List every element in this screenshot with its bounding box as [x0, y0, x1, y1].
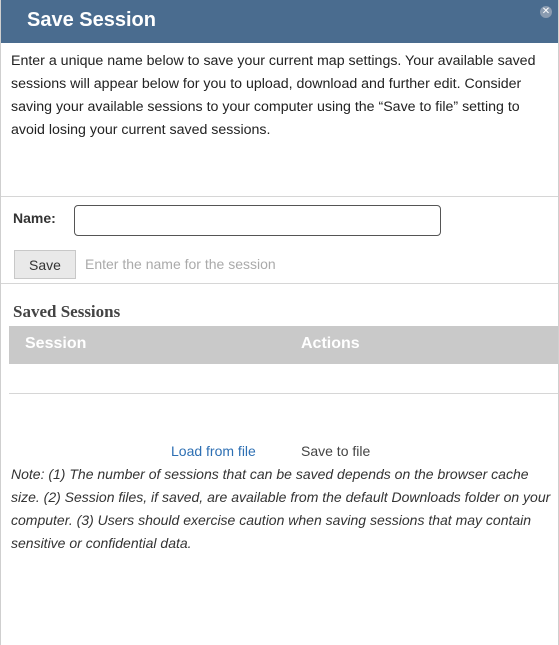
close-icon[interactable]: ✕ [540, 6, 552, 18]
save-to-file-link[interactable]: Save to file [301, 443, 370, 459]
save-hint: Enter the name for the session [85, 256, 276, 272]
load-from-file-link[interactable]: Load from file [171, 443, 256, 459]
save-session-dialog: Save Session ✕ Enter a unique name below… [0, 0, 559, 645]
dialog-titlebar: Save Session ✕ [1, 0, 558, 43]
save-button[interactable]: Save [14, 250, 76, 279]
session-name-input[interactable] [74, 205, 441, 236]
dialog-title: Save Session [27, 9, 156, 31]
name-label: Name: [13, 210, 56, 226]
note-text: Note: (1) The number of sessions that ca… [11, 466, 551, 551]
saved-sessions-heading: Saved Sessions [13, 302, 121, 321]
intro-text: Enter a unique name below to save your c… [11, 53, 536, 138]
divider [1, 283, 558, 284]
column-header-actions: Actions [301, 335, 360, 352]
divider [1, 196, 558, 197]
sessions-table-header: Session Actions [9, 326, 558, 364]
table-bottom-divider [9, 393, 558, 394]
column-header-session: Session [25, 335, 87, 352]
